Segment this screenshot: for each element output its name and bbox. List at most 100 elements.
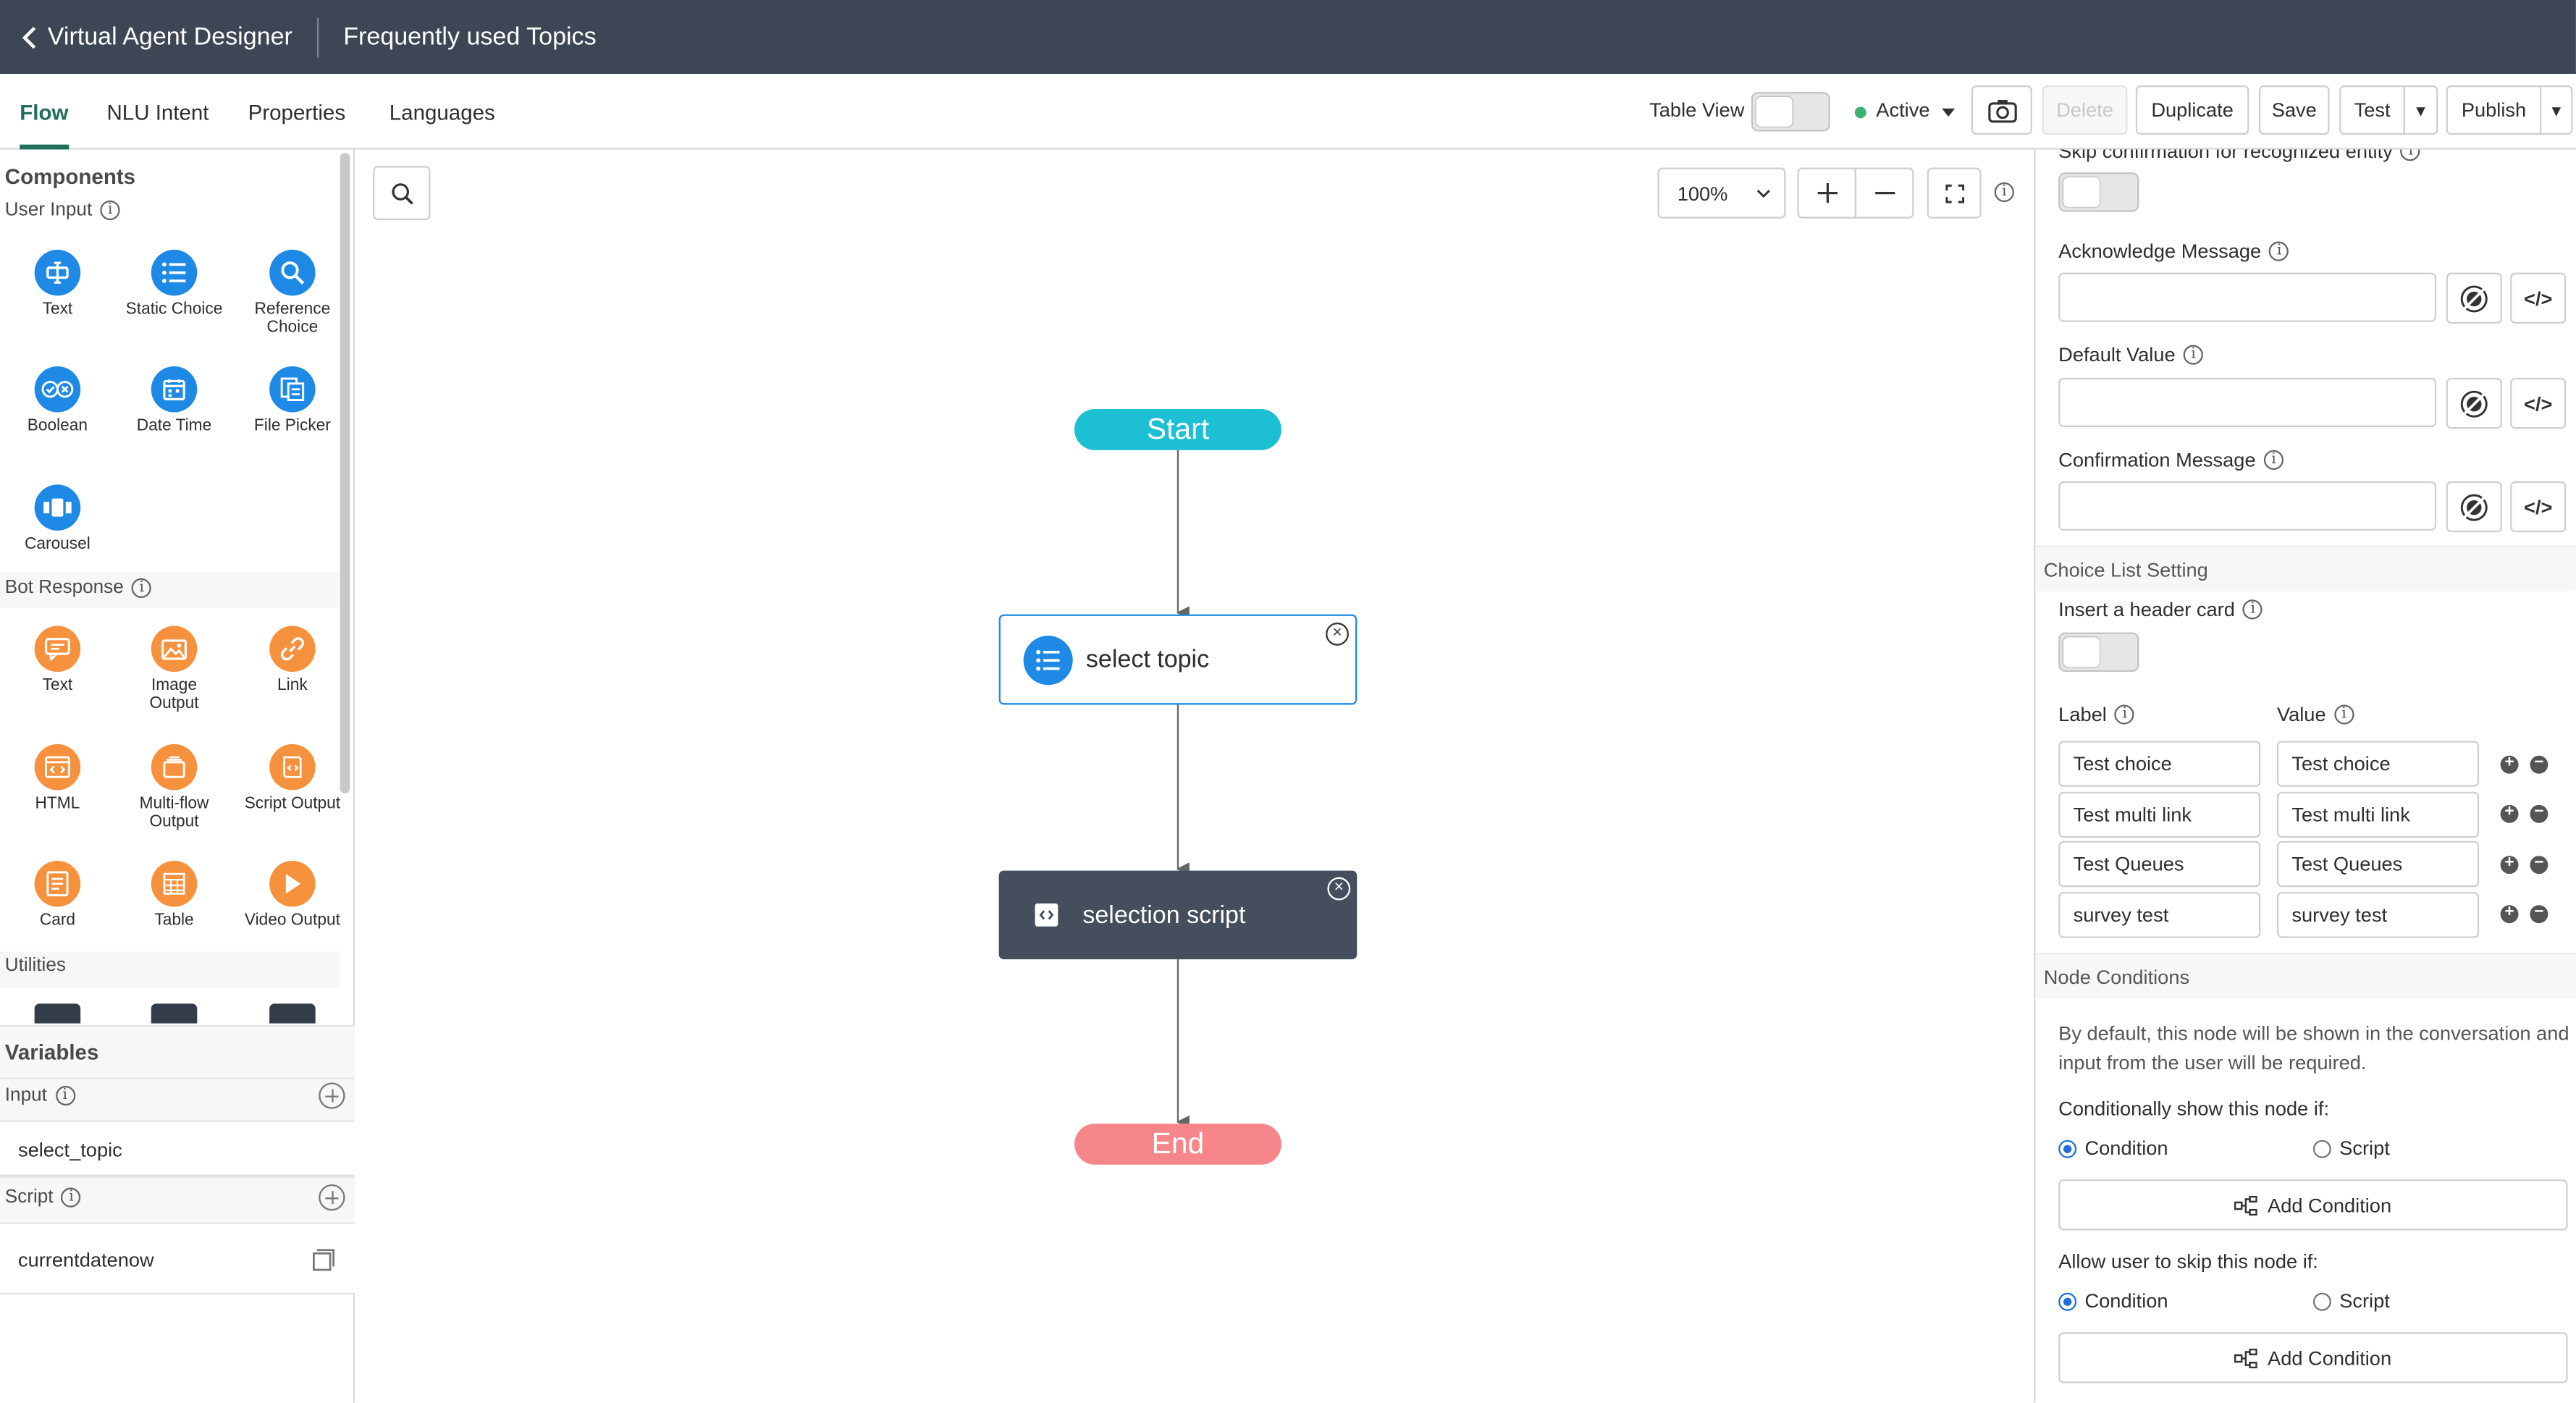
selection-script-node[interactable]: selection script × (998, 870, 1358, 960)
component-file-picker[interactable]: File Picker (243, 366, 342, 436)
confirmation-translate-button[interactable] (2446, 481, 2502, 533)
remove-node-icon[interactable]: × (1326, 622, 1349, 646)
snapshot-button[interactable] (1971, 85, 2032, 135)
script-icon (269, 743, 316, 791)
node-conditions-description: By default, this node will be shown in t… (2058, 1021, 2569, 1074)
status-dropdown[interactable]: Active (1876, 98, 1956, 122)
duplicate-button[interactable]: Duplicate (2135, 85, 2249, 135)
show-if-script-radio[interactable]: Script (2312, 1137, 2390, 1160)
label-col-text: Label (2058, 703, 2107, 726)
skip-if-script-radio[interactable]: Script (2312, 1289, 2390, 1313)
add-choice-icon[interactable]: + (2500, 755, 2519, 774)
component-label: Carousel (25, 535, 91, 554)
add-skip-condition-button[interactable]: Add Condition (2058, 1332, 2568, 1383)
remove-node-icon[interactable]: × (1327, 877, 1351, 901)
add-show-condition-button[interactable]: Add Condition (2058, 1179, 2568, 1231)
copy-icon[interactable] (312, 1249, 335, 1272)
choice-value-input[interactable]: Test choice (2276, 741, 2480, 787)
choice-label-input[interactable]: Test Queues (2058, 840, 2261, 888)
component-carousel[interactable]: Carousel (8, 484, 106, 554)
end-node[interactable]: End (1074, 1124, 1281, 1165)
add-input-variable-icon[interactable] (319, 1082, 345, 1109)
choice-value-input[interactable]: Test Queues (2276, 840, 2480, 888)
component-html[interactable]: HTML (8, 743, 106, 814)
info-icon[interactable]: i (61, 1187, 82, 1208)
component-image-output[interactable]: Image Output (125, 625, 223, 713)
status-dot (1854, 106, 1866, 119)
component-script-output[interactable]: Script Output (243, 743, 342, 814)
info-icon[interactable]: i (2115, 704, 2135, 725)
default-value-script-button[interactable]: </> (2510, 377, 2567, 429)
choice-label-input[interactable]: Test choice (2058, 741, 2261, 787)
utility-item[interactable] (125, 1003, 223, 1024)
remove-choice-icon[interactable]: − (2530, 855, 2548, 875)
info-icon[interactable]: i (132, 578, 152, 598)
default-value-input[interactable] (2058, 377, 2437, 427)
confirmation-message-input[interactable] (2058, 481, 2437, 531)
acknowledge-script-button[interactable]: </> (2510, 272, 2567, 324)
delete-button[interactable]: Delete (2042, 85, 2128, 135)
skip-confirmation-toggle[interactable] (2058, 172, 2139, 212)
choice-label-input[interactable]: survey test (2058, 892, 2261, 938)
info-icon[interactable]: i (2183, 345, 2204, 365)
caret-down-icon (1942, 108, 1956, 117)
info-icon[interactable]: i (100, 200, 120, 221)
remove-choice-icon[interactable]: − (2530, 755, 2548, 774)
component-card[interactable]: Card (8, 861, 106, 930)
info-icon[interactable]: i (2269, 241, 2289, 261)
component-text-input[interactable]: Text (8, 249, 106, 319)
select-topic-node[interactable]: select topic × (998, 614, 1358, 705)
info-icon[interactable]: i (2243, 599, 2263, 620)
table-view-toggle[interactable] (1751, 92, 1830, 132)
remove-choice-icon[interactable]: − (2530, 804, 2548, 823)
publish-button[interactable]: Publish (2446, 85, 2542, 135)
add-choice-icon[interactable]: + (2500, 904, 2519, 924)
component-reference-choice[interactable]: Reference Choice (243, 249, 342, 337)
test-button[interactable]: Test (2339, 85, 2405, 135)
show-if-condition-radio[interactable]: Condition (2058, 1137, 2168, 1160)
info-icon[interactable]: i (2263, 450, 2284, 470)
start-node[interactable]: Start (1074, 409, 1281, 450)
component-table[interactable]: Table (125, 861, 223, 930)
script-variable-item[interactable]: currentdatenow (0, 1222, 355, 1295)
skip-if-condition-radio[interactable]: Condition (2058, 1289, 2168, 1313)
info-icon[interactable]: i (2333, 704, 2354, 725)
add-choice-icon[interactable]: + (2500, 855, 2519, 875)
input-variable-item[interactable]: select_topic (0, 1120, 355, 1176)
component-text-output[interactable]: Text (8, 625, 106, 696)
component-video-output[interactable]: Video Output (243, 861, 342, 930)
component-link[interactable]: Link (243, 625, 342, 696)
remove-choice-icon[interactable]: − (2530, 904, 2548, 924)
utility-item[interactable] (243, 1003, 340, 1024)
components-scrollbar[interactable] (340, 153, 350, 793)
flow-canvas[interactable]: 100% i Start select topic × selection sc… (355, 149, 2034, 1403)
component-static-choice[interactable]: Static Choice (125, 249, 223, 319)
acknowledge-message-input[interactable] (2058, 272, 2437, 322)
tab-nlu-intent[interactable]: NLU Intent (106, 74, 209, 149)
choice-label-input[interactable]: Test multi link (2058, 791, 2261, 838)
flow-connectors (1176, 450, 1190, 1129)
back-button[interactable]: Virtual Agent Designer (0, 23, 292, 51)
component-boolean[interactable]: Boolean (8, 366, 106, 436)
component-date-time[interactable]: Date Time (125, 366, 223, 436)
acknowledge-translate-button[interactable] (2446, 272, 2502, 324)
tab-flow[interactable]: Flow (20, 74, 69, 150)
info-icon[interactable]: i (55, 1085, 75, 1106)
header-card-toggle[interactable] (2058, 632, 2139, 673)
tab-properties[interactable]: Properties (248, 74, 345, 149)
save-button[interactable]: Save (2259, 85, 2330, 135)
add-script-variable-icon[interactable] (319, 1184, 345, 1211)
confirmation-script-button[interactable]: </> (2510, 481, 2567, 533)
choice-value-input[interactable]: Test multi link (2276, 791, 2480, 838)
components-title: Components (4, 164, 136, 189)
default-value-translate-button[interactable] (2446, 377, 2502, 429)
test-menu-button[interactable]: ▾ (2403, 85, 2438, 135)
radio-dot (2312, 1292, 2331, 1310)
tab-languages[interactable]: Languages (390, 74, 495, 149)
utility-item[interactable] (8, 1003, 106, 1024)
info-icon[interactable]: i (2401, 149, 2421, 161)
component-multi-flow-output[interactable]: Multi-flow Output (125, 743, 223, 831)
add-choice-icon[interactable]: + (2500, 804, 2519, 823)
publish-menu-button[interactable]: ▾ (2540, 85, 2573, 135)
choice-value-input[interactable]: survey test (2276, 892, 2480, 938)
